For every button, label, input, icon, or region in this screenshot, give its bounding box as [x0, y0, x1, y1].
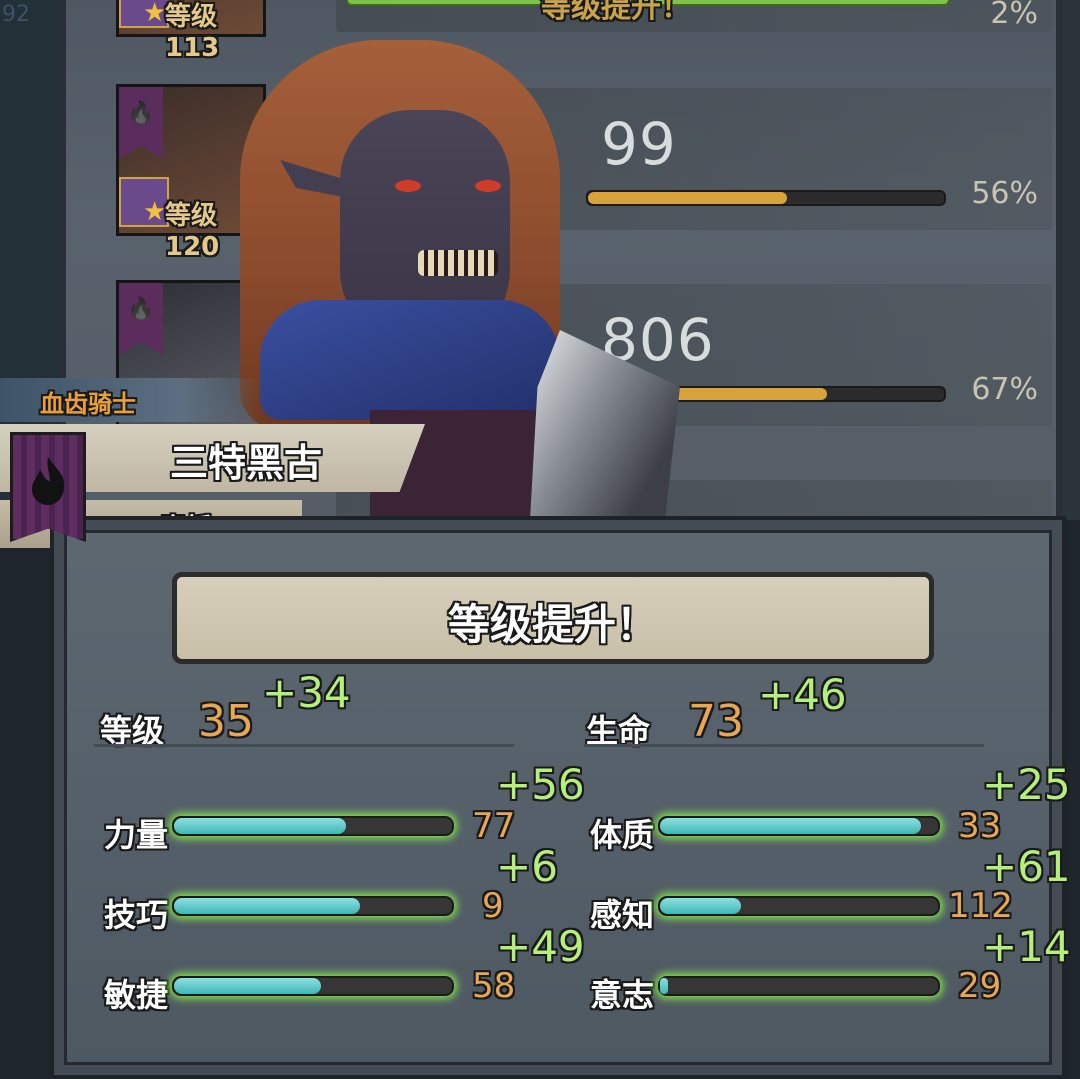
- constitution-gain: +25: [982, 760, 1071, 809]
- willpower-bar-fill: [660, 978, 669, 994]
- strength-label: 力量: [104, 816, 169, 854]
- level-up-title: 等级提升！: [447, 600, 658, 649]
- house-banner-icon: [119, 283, 163, 355]
- row-level-up-text: 等级提升！: [541, 0, 691, 25]
- strength-bar: [172, 816, 454, 836]
- willpower-bar: [658, 976, 940, 996]
- character-eye: [475, 180, 501, 192]
- character-name: 三特黑古: [170, 441, 323, 485]
- roster-row[interactable]: 等级提升！ 2%: [336, 0, 1052, 32]
- level-up-title-plate: 等级提升！: [172, 572, 934, 664]
- agility-gain: +49: [496, 922, 585, 971]
- perception-value: 112: [948, 886, 1013, 926]
- strength-bar-fill: [174, 818, 347, 834]
- strength-value: 77: [472, 806, 516, 846]
- constitution-bar: [658, 816, 940, 836]
- health-gain: +46: [758, 670, 847, 719]
- perception-bar: [658, 896, 940, 916]
- flame-icon: [32, 457, 65, 505]
- row-percent: 67%: [971, 372, 1038, 407]
- health-value: 73: [688, 696, 744, 747]
- perception-label: 感知: [590, 896, 655, 934]
- skill-bar: [172, 896, 454, 916]
- level-up-panel: 等级提升！ 等级 35 +34 生命 73 +46 +56 力量 77 +6 技…: [50, 516, 1071, 1079]
- constitution-bar-fill: [660, 818, 922, 834]
- agility-bar-fill: [174, 978, 322, 994]
- class-star-icon: [119, 0, 169, 28]
- divider: [94, 744, 514, 747]
- character-mouth: [418, 250, 498, 276]
- agility-value: 58: [472, 966, 516, 1006]
- skill-bar-fill: [174, 898, 361, 914]
- divider: [584, 744, 984, 747]
- class-tag: 血齿骑士: [0, 378, 260, 422]
- skill-value: 9: [482, 886, 504, 926]
- side-number: 92: [2, 2, 30, 27]
- constitution-value: 33: [958, 806, 1002, 846]
- level-gain: +34: [262, 668, 351, 717]
- strength-gain: +56: [496, 760, 585, 809]
- character-armor: [530, 330, 680, 520]
- house-banner-icon: [119, 87, 163, 159]
- perception-bar-fill: [660, 898, 741, 914]
- row-percent: 56%: [971, 176, 1038, 211]
- perception-gain: +61: [982, 842, 1071, 891]
- willpower-label: 意志: [590, 976, 655, 1014]
- class-star-icon: [119, 177, 169, 227]
- class-name: 血齿骑士: [40, 390, 136, 418]
- skill-label: 技巧: [104, 896, 169, 934]
- willpower-value: 29: [958, 966, 1002, 1006]
- agility-bar: [172, 976, 454, 996]
- row-percent: 2%: [990, 0, 1038, 31]
- agility-label: 敏捷: [104, 976, 169, 1014]
- level-value: 35: [198, 696, 254, 747]
- character-scarf: [260, 300, 560, 420]
- character-eye: [395, 180, 421, 192]
- house-banner-flame-icon: [10, 432, 86, 542]
- willpower-gain: +14: [982, 922, 1071, 971]
- constitution-label: 体质: [590, 816, 655, 854]
- skill-gain: +6: [496, 842, 558, 891]
- hero-portrait[interactable]: 等级113: [116, 0, 266, 63]
